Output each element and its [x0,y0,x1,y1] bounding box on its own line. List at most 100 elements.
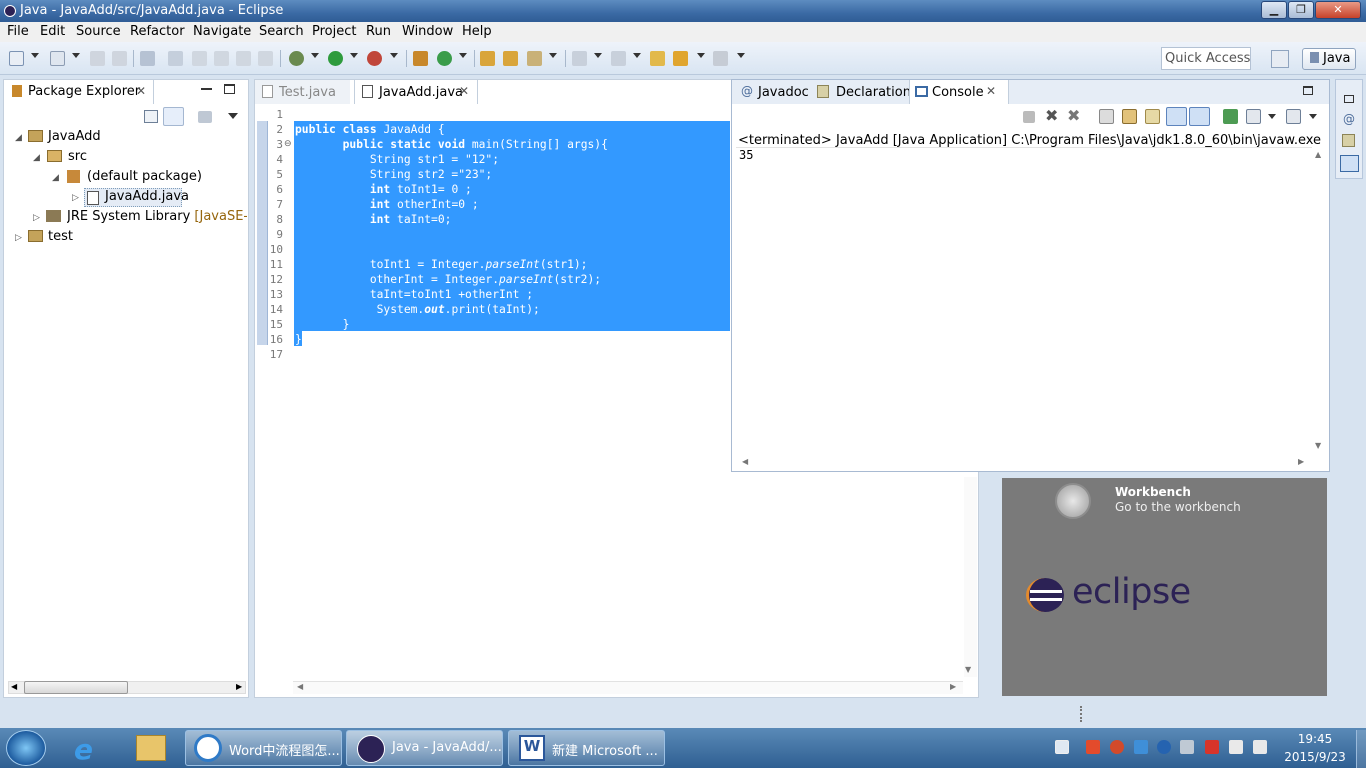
open-task-icon[interactable] [503,51,518,66]
editor-tab-javaadd-java[interactable]: JavaAdd.java ✕ [354,80,478,104]
code-line[interactable]: int otherInt=0 ; [295,197,479,212]
toggle-mark-icon[interactable] [140,51,155,66]
back-dropdown-icon[interactable] [697,53,705,58]
maximize-view-icon[interactable] [1303,86,1313,95]
start-button[interactable] [6,730,46,766]
scroll-right-icon[interactable]: ▶ [950,682,956,691]
menu-project[interactable]: Project [312,24,356,39]
next-annotation-icon[interactable] [572,51,587,66]
declaration-icon[interactable] [1342,134,1355,147]
next-annotation-dropdown-icon[interactable] [594,53,602,58]
tree-collapse-icon[interactable]: ▷ [15,233,22,243]
console-output-area[interactable] [736,147,1312,454]
java-perspective-button[interactable]: Java [1302,48,1356,70]
tree-expand-icon[interactable]: ◢ [15,133,22,143]
menu-help[interactable]: Help [462,24,492,39]
code-line[interactable]: public static void main(String[] args){ [295,137,608,152]
scroll-left-icon[interactable]: ◀ [742,457,748,466]
code-line[interactable]: } [295,332,302,347]
tree-item-javaadd-java[interactable]: JavaAdd.java [105,189,189,204]
clear-console-icon[interactable] [1099,109,1114,124]
fold-marker-icon[interactable]: ⊖ [284,139,292,149]
javadoc-tab[interactable]: @ Javadoc [736,80,812,104]
menu-edit[interactable]: Edit [40,24,65,39]
console-icon[interactable] [1340,155,1359,172]
remove-all-terminated-icon[interactable]: ✖ [1067,106,1080,125]
code-line[interactable]: otherInt = Integer.parseInt(str2); [295,272,601,287]
code-line[interactable]: String str1 = "12"; [295,152,499,167]
save-all-icon[interactable] [90,51,105,66]
office-tray-icon[interactable] [1086,740,1100,754]
tree-collapse-icon[interactable]: ▷ [33,213,40,223]
forward-dropdown-icon[interactable] [737,53,745,58]
terminate-icon[interactable] [1023,111,1035,123]
back-arrow-icon[interactable] [673,51,688,66]
javadoc-icon[interactable]: @ [1343,112,1355,126]
close-tab-icon[interactable]: ✕ [136,84,146,98]
open-perspective-icon[interactable] [1271,50,1289,68]
previous-annotation-dropdown-icon[interactable] [633,53,641,58]
menu-run[interactable]: Run [366,24,391,39]
close-tab-icon[interactable]: ✕ [986,84,996,98]
quick-access-input[interactable]: Quick Access [1161,47,1251,70]
open-type-icon[interactable] [480,51,495,66]
show-desktop-button[interactable] [1356,730,1366,768]
editor-tab-test-java[interactable]: Test.java [255,80,350,104]
debug-icon[interactable] [289,51,304,66]
show-whitespace-icon[interactable] [236,51,251,66]
scroll-down-icon[interactable]: ▼ [1315,441,1321,450]
open-console-icon[interactable] [1286,109,1301,124]
show-annotation-icon[interactable] [258,51,273,66]
view-menu-icon[interactable] [228,113,238,119]
show-console-stderr-icon[interactable] [1189,107,1210,126]
tree-item-default-package[interactable]: (default package) [87,169,202,184]
volume-icon[interactable] [1253,740,1267,754]
menu-refactor[interactable]: Refactor [130,24,185,39]
forward-arrow-icon[interactable] [713,51,728,66]
display-console-dropdown-icon[interactable] [1268,114,1276,119]
minimize-view-icon[interactable] [201,88,212,90]
collapse-all-icon[interactable] [144,110,158,123]
focus-workset-icon[interactable] [198,111,212,123]
print-icon[interactable] [112,51,127,66]
maximize-view-icon[interactable] [224,84,235,94]
editor-vertical-scrollbar[interactable] [964,477,977,677]
tree-item-src[interactable]: src [68,149,87,164]
code-line[interactable]: toInt1 = Integer.parseInt(str1); [295,257,588,272]
tree-collapse-icon[interactable]: ▷ [72,193,79,203]
menu-search[interactable]: Search [259,24,304,39]
code-line[interactable]: int taInt=0; [295,212,452,227]
close-tab-icon[interactable]: ✕ [459,84,469,98]
package-explorer-tab[interactable]: Package Explorer ✕ [4,80,154,104]
tree-expand-icon[interactable]: ◢ [52,173,59,183]
task-eclipse[interactable]: Java - JavaAdd/... [346,730,503,766]
explorer-scroll-thumb[interactable] [24,681,128,694]
open-console-dropdown-icon[interactable] [1309,114,1317,119]
tree-item-test[interactable]: test [48,229,73,244]
code-line[interactable]: int toInt1= 0 ; [295,182,472,197]
link-with-editor-icon[interactable] [163,107,184,126]
menu-navigate[interactable]: Navigate [193,24,251,39]
new-class-icon[interactable] [437,51,452,66]
scroll-lock-icon[interactable] [1122,109,1137,124]
console-tab[interactable]: Console ✕ [909,80,1009,104]
bluetooth-icon[interactable] [1157,740,1171,754]
scroll-right-icon[interactable]: ▶ [1298,457,1304,466]
code-line[interactable]: taInt=toInt1 +otherInt ; [295,287,533,302]
workbench-icon[interactable] [1055,483,1091,519]
display-console-icon[interactable] [1246,109,1261,124]
new-icon[interactable] [9,51,24,66]
scroll-right-icon[interactable]: ▶ [236,682,242,691]
keyboard-icon[interactable] [1055,740,1069,754]
close-button[interactable]: ✕ [1315,1,1361,19]
scroll-left-icon[interactable]: ◀ [297,682,303,691]
external-tools-icon[interactable] [367,51,382,66]
scroll-down-icon[interactable]: ▼ [965,665,971,674]
flag-icon[interactable] [1229,740,1243,754]
restore-view-icon[interactable] [1344,95,1354,103]
run-dropdown-icon[interactable] [350,53,358,58]
new-java-project-icon[interactable] [413,51,428,66]
clock-date[interactable]: 2015/9/23 [1278,750,1352,764]
toggle-breadcrumb-icon[interactable] [168,51,183,66]
word-wrap-icon[interactable] [1145,109,1160,124]
